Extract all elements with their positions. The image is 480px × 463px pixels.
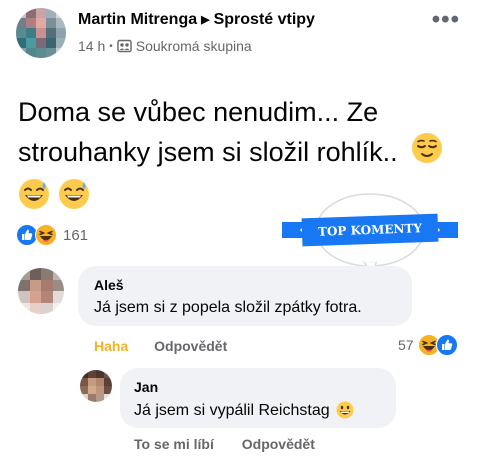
post-reactions[interactable]: 161 — [16, 224, 88, 246]
reply-author-avatar[interactable] — [80, 370, 112, 402]
haha-reaction-button[interactable]: Haha — [94, 338, 128, 354]
comment-reactions[interactable]: 57 — [398, 334, 458, 356]
more-options-icon[interactable]: ••• — [432, 6, 460, 34]
post-meta: 14 h • Soukromá skupina — [78, 38, 252, 54]
reply-text-row: Já jsem si vypálil Reichstag — [134, 401, 396, 421]
post-text-line-1: Doma se vůbec nenudim... Ze — [18, 97, 379, 127]
like-reaction-icon — [435, 334, 458, 356]
comment-bubble[interactable]: Aleš Já jsem si z popela složil zpátky f… — [78, 266, 412, 326]
comment-author-avatar[interactable] — [18, 268, 64, 314]
relieved-emoji — [411, 132, 443, 175]
group-privacy-icon — [117, 39, 132, 53]
grinning-emoji — [336, 401, 354, 421]
reply-actions: To se mi líbí Odpovědět — [134, 436, 315, 452]
reply-text: Já jsem si vypálil Reichstag — [134, 402, 330, 420]
post-author-avatar[interactable] — [16, 8, 66, 58]
comment-actions: Haha Odpovědět — [94, 338, 227, 354]
sweat-smile-emoji — [58, 178, 90, 221]
post-author-name[interactable]: Martin Mitrenga — [78, 11, 197, 28]
post-text-line-2: strouhanky jsem si složil rohlík.. — [18, 137, 398, 167]
reply-author-name[interactable]: Jan — [134, 379, 396, 395]
arrow-right-icon: ▶ — [201, 14, 210, 26]
comment-reaction-count: 57 — [398, 337, 414, 353]
like-button[interactable]: To se mi líbí — [134, 436, 214, 452]
comment-author-name[interactable]: Aleš — [94, 277, 412, 293]
post-timestamp[interactable]: 14 h — [78, 38, 105, 54]
reply-button[interactable]: Odpovědět — [242, 436, 315, 452]
post-author-line: Martin Mitrenga ▶ Sprosté vtipy — [78, 11, 315, 29]
reaction-count: 161 — [63, 226, 89, 244]
haha-reaction-icon — [35, 224, 57, 246]
meta-separator: • — [109, 40, 113, 52]
comment-text: Já jsem si z popela složil zpátky fotra. — [94, 299, 362, 316]
sweat-smile-emoji — [18, 178, 50, 221]
reply-button[interactable]: Odpovědět — [154, 338, 227, 354]
reply-bubble[interactable]: Jan Já jsem si vypálil Reichstag — [120, 368, 396, 428]
post-audience: Soukromá skupina — [135, 38, 252, 54]
post-group-name[interactable]: Sprosté vtipy — [214, 11, 315, 28]
top-komenty-label: TOP KOMENTY — [317, 221, 423, 239]
